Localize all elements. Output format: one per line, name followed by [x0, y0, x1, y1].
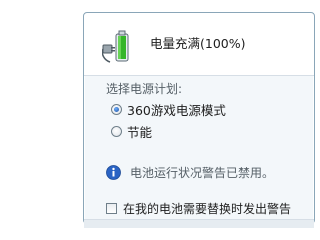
battery-status-text: 电量充满(100%) [150, 36, 246, 51]
radio-button[interactable] [111, 125, 122, 137]
power-plan-heading: 选择电源计划: [106, 82, 183, 96]
power-plan-option-360-game[interactable]: 360游戏电源模式 [111, 101, 226, 118]
header-divider [84, 75, 314, 76]
battery-health-info-text: 电池运行状况警告已禁用。 [130, 165, 275, 180]
battery-charging-plug-icon [102, 30, 129, 63]
radio-button-selected[interactable] [111, 103, 122, 115]
battery-health-info: 电池运行状况警告已禁用。 [106, 163, 274, 181]
replace-battery-warning-label: 在我的电池需要替换时发出警告 [123, 201, 292, 216]
replace-battery-warning-checkbox[interactable] [106, 202, 117, 214]
power-plan-option-label: 360游戏电源模式 [127, 102, 226, 118]
info-icon [106, 164, 121, 180]
battery-flyout: 电量充满(100%) 选择电源计划: 360游戏电源模式 节能 电池运行状况警告… [83, 12, 315, 228]
replace-battery-warning-option[interactable]: 在我的电池需要替换时发出警告 [106, 200, 291, 216]
desktop-background: 电量充满(100%) 选择电源计划: 360游戏电源模式 节能 电池运行状况警告… [0, 0, 317, 228]
flyout-footer [84, 219, 314, 228]
power-plan-option-power-saver[interactable]: 节能 [111, 123, 153, 140]
power-plan-option-label: 节能 [127, 124, 153, 140]
